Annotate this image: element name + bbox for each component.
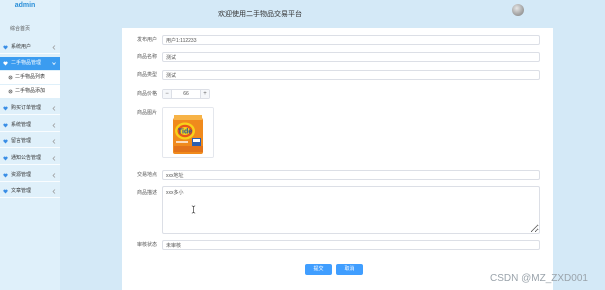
gear-icon (8, 75, 13, 80)
heart-icon (3, 156, 8, 161)
sidebar-item-notices[interactable]: 通知公告管理 (0, 152, 60, 165)
price-label: 商品价格 (137, 91, 158, 97)
chevron-left-icon (52, 173, 56, 178)
heart-icon (3, 139, 8, 144)
audit-status-label: 审核状态 (137, 242, 158, 248)
heart-icon (3, 61, 8, 66)
submit-button[interactable]: 提交 (305, 264, 332, 275)
brand-logo: admin (14, 2, 36, 9)
sidebar-subitem-goods-add[interactable]: 二手物品添加 (0, 85, 60, 98)
avatar[interactable] (512, 4, 524, 16)
goods-name-label: 商品名称 (137, 54, 158, 60)
heart-icon (3, 106, 8, 111)
description-textarea[interactable]: xxx多小 (162, 186, 540, 234)
publisher-field[interactable] (162, 35, 540, 45)
goods-image-upload[interactable]: Tide (162, 107, 214, 158)
sidebar-subitem-goods-list[interactable]: 二手物品列表 (0, 71, 60, 84)
goods-type-label: 商品类型 (137, 72, 158, 78)
sidebar-item-home[interactable]: 综合首页 (10, 25, 30, 32)
sidebar-item-system-users[interactable]: 系统用户 (0, 41, 60, 54)
sidebar-item-articles[interactable]: 文章管理 (0, 185, 60, 198)
chevron-left-icon (52, 123, 56, 128)
heart-icon (3, 45, 8, 50)
sidebar-item-label: 通知公告管理 (11, 155, 42, 161)
sidebar-item-resources[interactable]: 资源管理 (0, 169, 60, 182)
goods-form-card: 发布用户 商品名称 商品类型 商品价格 − 66 + 商品图片 Tide 交易地… (122, 28, 553, 290)
cancel-button[interactable]: 取消 (336, 264, 363, 275)
price-stepper: − 66 + (162, 89, 210, 99)
sidebar-subitem-label: 二手物品列表 (15, 74, 46, 80)
sidebar-item-label: 资源管理 (11, 172, 32, 178)
sidebar-item-label: 系统管理 (11, 122, 32, 128)
sidebar-item-orders[interactable]: 购买订单管理 (0, 102, 60, 115)
location-label: 交易地点 (137, 172, 158, 178)
goods-image-thumbnail: Tide (163, 108, 213, 157)
sidebar-item-label: 二手物品管理 (11, 60, 42, 66)
text-cursor-icon (191, 205, 196, 214)
tide-logo-text: Tide (178, 129, 192, 136)
price-value[interactable]: 66 (172, 90, 200, 98)
sidebar-item-label: 系统用户 (11, 44, 32, 50)
price-decrement-button[interactable]: − (163, 90, 172, 98)
heart-icon (3, 189, 8, 194)
heart-icon (3, 173, 8, 178)
sidebar-item-label: 购买订单管理 (11, 105, 42, 111)
price-increment-button[interactable]: + (200, 90, 209, 98)
description-label: 商品描述 (137, 190, 158, 196)
chevron-left-icon (52, 106, 56, 111)
goods-type-field[interactable] (162, 70, 540, 80)
chevron-left-icon (52, 45, 56, 50)
sidebar-item-system[interactable]: 系统管理 (0, 119, 60, 132)
chevron-left-icon (52, 156, 56, 161)
gear-icon (8, 89, 13, 94)
sidebar-subitem-label: 二手物品添加 (15, 88, 46, 94)
chevron-down-icon (52, 62, 56, 66)
chevron-left-icon (52, 139, 56, 144)
heart-icon (3, 123, 8, 128)
sidebar-item-label: 留言管理 (11, 138, 32, 144)
sidebar-item-goods-management[interactable]: 二手物品管理 (0, 57, 60, 70)
publisher-label: 发布用户 (137, 37, 158, 43)
watermark: CSDN @MZ_ZXD001 (490, 273, 588, 284)
goods-image-label: 商品图片 (137, 110, 158, 116)
location-field[interactable] (162, 170, 540, 180)
sidebar-item-label: 文章管理 (11, 188, 32, 194)
sidebar: admin 综合首页 系统用户 二手物品管理 二手物品列表 二手物品添加 购买订… (0, 0, 60, 290)
page-title: 欢迎使用二手物品交易平台 (218, 11, 302, 18)
goods-name-field[interactable] (162, 52, 540, 62)
audit-status-field[interactable] (162, 240, 540, 250)
chevron-left-icon (52, 189, 56, 194)
sidebar-item-messages[interactable]: 留言管理 (0, 135, 60, 148)
